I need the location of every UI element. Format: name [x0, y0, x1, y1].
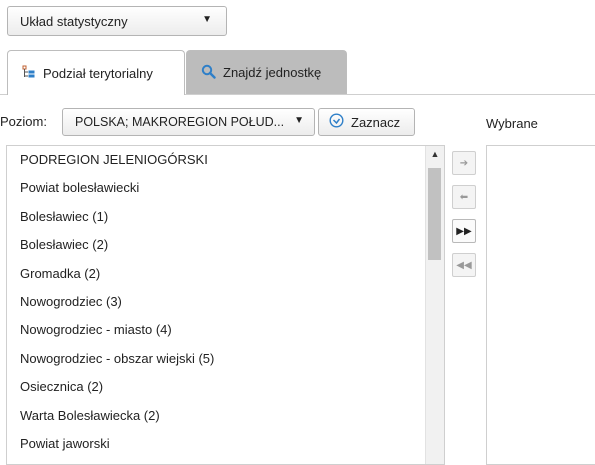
list-item[interactable]: Nowogrodziec - miasto (4) — [7, 316, 444, 344]
tree-icon — [22, 65, 36, 82]
list-item[interactable]: Bolesławiec (2) — [7, 231, 444, 259]
move-all-right-icon: ▶▶ — [456, 225, 472, 237]
list-item[interactable]: Nowogrodziec - obszar wiejski (5) — [7, 345, 444, 373]
list-item[interactable]: Nowogrodziec (3) — [7, 288, 444, 316]
list-item[interactable]: Bolesławiec (1) — [7, 203, 444, 231]
tab-find-unit[interactable]: Znajdź jednostkę — [186, 50, 347, 94]
tab-find-label: Znajdź jednostkę — [223, 65, 322, 80]
list-item[interactable]: Gromadka (2) — [7, 260, 444, 288]
selected-label: Wybrane — [486, 116, 538, 131]
search-icon — [201, 64, 216, 82]
chevron-down-icon: ▼ — [294, 115, 304, 126]
selected-list[interactable] — [486, 145, 595, 465]
move-left-icon: ⬅ — [459, 191, 469, 203]
layout-select[interactable]: Układ statystyczny ▼ — [7, 6, 227, 36]
list-item[interactable]: Powiat bolesławiecki — [7, 174, 444, 202]
move-left-button[interactable]: ⬅ — [452, 185, 476, 209]
list-item[interactable]: Powiat jaworski — [7, 430, 444, 458]
level-label: Poziom: — [0, 114, 47, 129]
unit-list[interactable]: PODREGION JELENIOGÓRSKI Powiat bolesławie… — [6, 145, 445, 465]
scrollbar[interactable]: ▲ — [425, 146, 444, 464]
move-all-left-button[interactable]: ◀◀ — [452, 253, 476, 277]
list-item[interactable]: Osiecznica (2) — [7, 373, 444, 401]
mark-button-label: Zaznacz — [351, 114, 401, 130]
list-item[interactable]: PODREGION JELENIOGÓRSKI — [7, 146, 444, 174]
mark-button[interactable]: Zaznacz — [318, 108, 415, 136]
check-circle-icon — [329, 113, 344, 131]
move-all-left-icon: ◀◀ — [456, 259, 472, 271]
list-item[interactable]: Warta Bolesławiecka (2) — [7, 402, 444, 430]
scroll-thumb[interactable] — [428, 168, 441, 260]
layout-select-value: Układ statystyczny — [20, 13, 128, 29]
tab-territorial-label: Podział terytorialny — [43, 65, 153, 81]
level-select-value: POLSKA; MAKROREGION POŁUD... — [75, 115, 285, 129]
move-all-right-button[interactable]: ▶▶ — [452, 219, 476, 243]
unit-items: PODREGION JELENIOGÓRSKI Powiat bolesławie… — [7, 146, 444, 458]
tab-territorial-division[interactable]: Podział terytorialny — [7, 50, 185, 95]
move-right-button[interactable]: ➔ — [452, 151, 476, 175]
scroll-up-icon[interactable]: ▲ — [426, 146, 444, 162]
chevron-down-icon: ▼ — [202, 14, 212, 25]
level-select[interactable]: POLSKA; MAKROREGION POŁUD... ▼ — [62, 108, 315, 136]
move-right-icon: ➔ — [459, 157, 469, 169]
